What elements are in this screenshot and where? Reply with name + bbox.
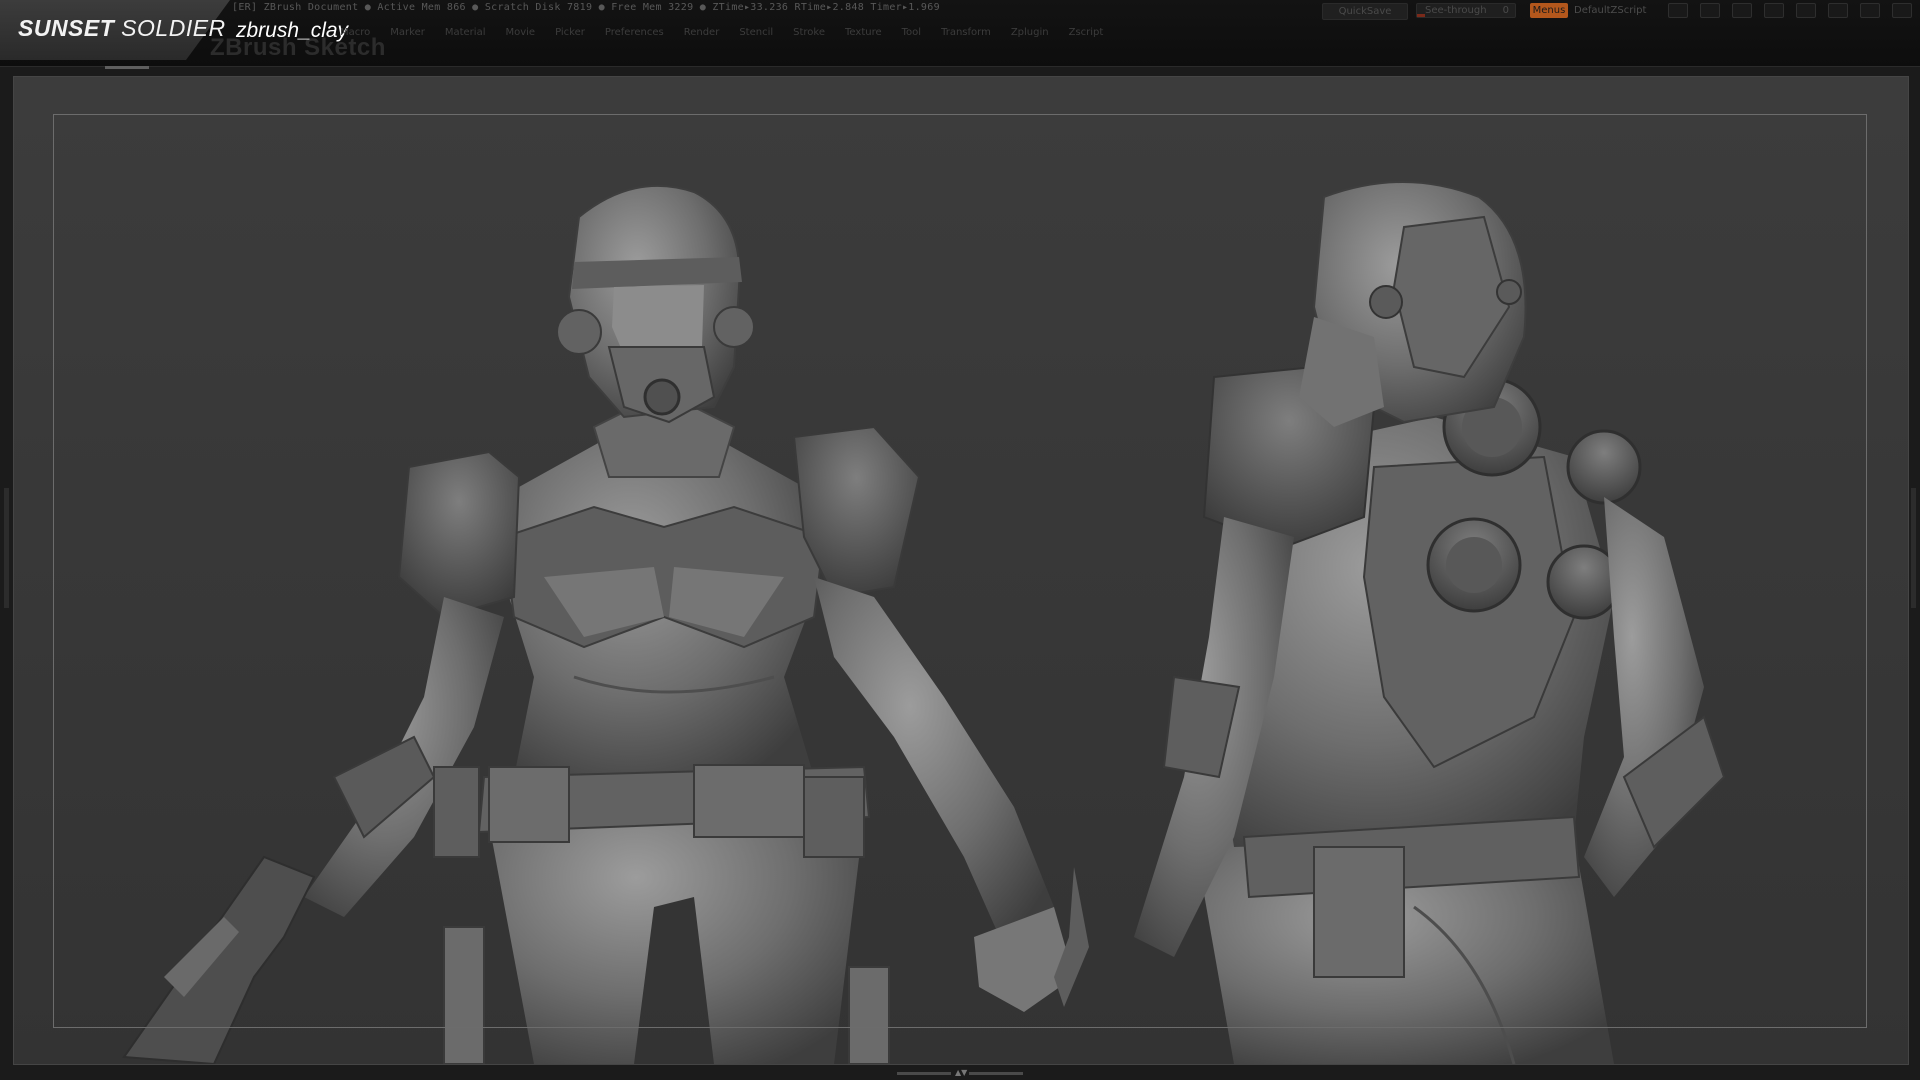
menu-item-preferences[interactable]: Preferences [605, 27, 664, 41]
menu-item-transform[interactable]: Transform [941, 27, 991, 41]
menu-item-texture[interactable]: Texture [845, 27, 882, 41]
see-through-label: See-through [1425, 5, 1487, 16]
quicksave-button[interactable]: QuickSave [1322, 3, 1408, 20]
menu-item-zplugin[interactable]: Zplugin [1011, 27, 1049, 41]
menu-bar: Macro Marker Material Movie Picker Prefe… [340, 27, 1103, 41]
left-tray-handle[interactable] [4, 488, 9, 608]
see-through-value: 0 [1502, 5, 1509, 16]
menu-item-marker[interactable]: Marker [390, 27, 425, 41]
menu-item-render[interactable]: Render [684, 27, 720, 41]
bottom-handle-bar-left [897, 1071, 951, 1075]
menu-item-tool[interactable]: Tool [902, 27, 921, 41]
right-tray-handle[interactable] [1911, 488, 1916, 608]
color-swatch-icon[interactable] [1732, 3, 1752, 18]
maximize-icon[interactable] [1860, 3, 1880, 18]
viewport-canvas[interactable] [13, 76, 1909, 1065]
window-controls [1668, 3, 1912, 18]
menu-item-picker[interactable]: Picker [555, 27, 585, 41]
menu-item-zscript[interactable]: Zscript [1069, 27, 1104, 41]
tab-indicator [105, 66, 149, 69]
see-through-fill [1417, 14, 1425, 17]
menu-item-macro[interactable]: Macro [340, 27, 370, 41]
menu-item-stroke[interactable]: Stroke [793, 27, 825, 41]
layout-icon[interactable] [1668, 3, 1688, 18]
close-icon[interactable] [1892, 3, 1912, 18]
render-frame-guide [53, 114, 1867, 1028]
layout-2-icon[interactable] [1700, 3, 1720, 18]
expand-arrow-icon[interactable]: ▲▼ [955, 1069, 967, 1077]
project-title: SUNSET SOLDIER [18, 15, 226, 42]
menu-item-material[interactable]: Material [445, 27, 486, 41]
bottom-tray-handle[interactable]: ▲▼ [897, 1069, 1023, 1077]
help-icon[interactable] [1764, 3, 1784, 18]
minimize-icon[interactable] [1828, 3, 1848, 18]
project-title-bold: SUNSET [18, 15, 115, 41]
material-label: zbrush_clay [236, 19, 349, 42]
menus-toggle-button[interactable]: Menus [1530, 3, 1568, 18]
bottom-handle-bar-right [969, 1071, 1023, 1075]
undo-history-icon[interactable] [1796, 3, 1816, 18]
status-line: [ER] ZBrush Document ● Active Mem 866 ● … [232, 2, 940, 13]
project-title-light: SOLDIER [114, 15, 226, 41]
menu-item-movie[interactable]: Movie [505, 27, 535, 41]
see-through-slider[interactable]: See-through 0 [1416, 3, 1516, 18]
default-script-button[interactable]: DefaultZScript [1574, 3, 1646, 18]
top-bar: SUNSET SOLDIER ZBrush Sketch zbrush_clay… [0, 0, 1920, 67]
menu-item-stencil[interactable]: Stencil [739, 27, 773, 41]
